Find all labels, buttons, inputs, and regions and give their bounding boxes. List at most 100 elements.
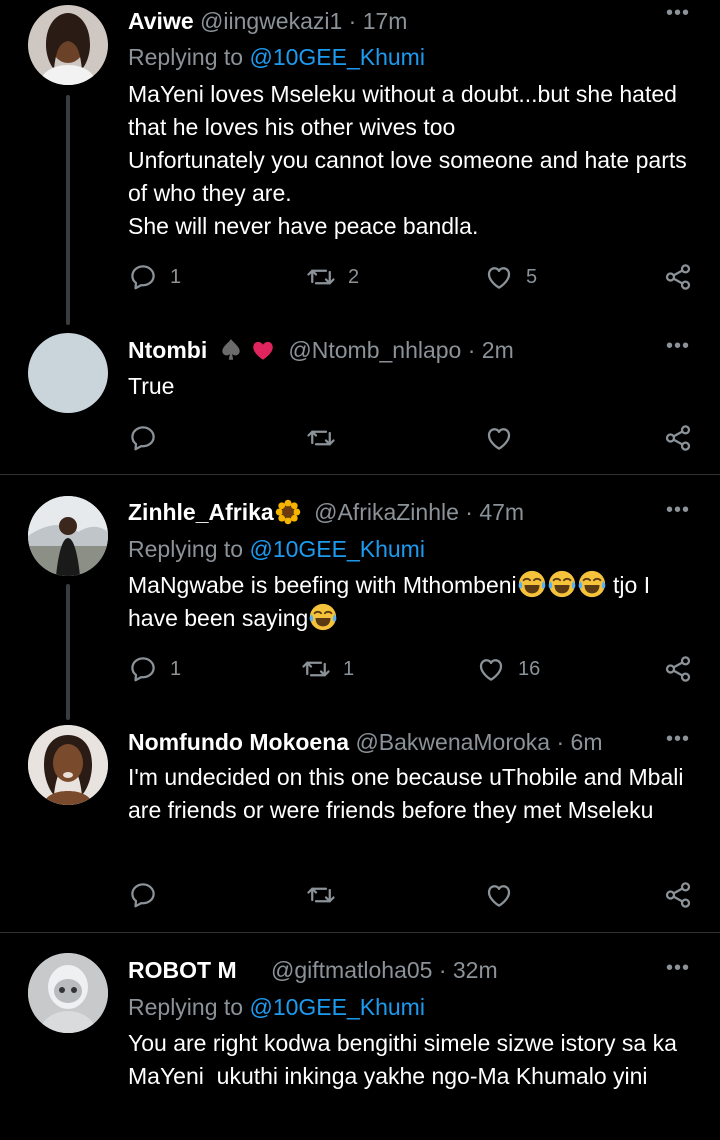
tweet-text-part: have been saying (128, 605, 309, 631)
handle[interactable]: @AfrikaZinhle (314, 499, 459, 525)
tweet[interactable]: Zinhle_Afrika @AfrikaZinhle · 47m ••• Re… (0, 475, 720, 720)
tweet-text: You are right kodwa bengithi simele sizw… (128, 1030, 684, 1089)
joy-emoji (517, 569, 547, 599)
handle[interactable]: @Ntomb_nhlapo (288, 337, 461, 363)
avatar[interactable] (28, 496, 108, 576)
display-name[interactable]: Nomfundo Mokoena (128, 729, 349, 755)
display-name[interactable]: ROBOT M (128, 957, 237, 983)
replying-to-link[interactable]: @10GEE_Khumi (249, 536, 425, 562)
retweet-icon (306, 423, 336, 453)
tweet-header: Zinhle_Afrika @AfrikaZinhle · 47m (128, 497, 524, 527)
tweet-header: Ntombi @Ntomb_nhlapo · 2m (128, 335, 514, 365)
handle[interactable]: @giftmatloha05 (271, 957, 432, 983)
like-button[interactable] (484, 423, 526, 453)
replying-to-link[interactable]: @10GEE_Khumi (249, 44, 425, 70)
reply-button[interactable]: 1 (128, 262, 181, 292)
timestamp[interactable]: · 32m (439, 957, 498, 983)
handle[interactable]: @iingwekazi1 (200, 8, 342, 34)
tweet[interactable]: Ntombi @Ntomb_nhlapo · 2m ••• True (0, 330, 720, 474)
tweet[interactable]: ROBOT M @giftmatloha05 · 32m ••• Replyin… (0, 933, 720, 1140)
retweet-icon (301, 654, 331, 684)
handle[interactable]: @BakwenaMoroka (355, 729, 550, 755)
retweet-count: 1 (343, 657, 355, 680)
tweet-actions: 1 1 16 (128, 654, 693, 686)
tweet-text: True (128, 373, 175, 399)
avatar[interactable] (28, 5, 108, 85)
joy-emoji (308, 602, 338, 632)
reply-button[interactable] (128, 880, 170, 910)
tweet[interactable]: Aviwe @iingwekazi1 · 17m ••• Replying to… (0, 0, 720, 330)
reply-button[interactable] (128, 423, 170, 453)
retweet-button[interactable]: 2 (306, 262, 359, 292)
tweet[interactable]: Nomfundo Mokoena @BakwenaMoroka · 6m •••… (0, 720, 720, 932)
replying-prefix: Replying to (128, 44, 250, 70)
reply-icon (128, 880, 158, 910)
share-button[interactable] (663, 880, 693, 910)
replying-to: Replying to @10GEE_Khumi (128, 534, 425, 564)
tweet-text-part: MaNgwabe is beefing with Mthombeni (128, 572, 517, 598)
like-button[interactable] (484, 880, 526, 910)
retweet-count: 2 (348, 265, 360, 288)
thread-line (66, 95, 70, 325)
spade-emoji (221, 339, 240, 360)
tweet-header: ROBOT M @giftmatloha05 · 32m (128, 955, 498, 985)
timestamp[interactable]: · 6m (557, 729, 603, 755)
share-icon (663, 423, 693, 453)
replying-to: Replying to @10GEE_Khumi (128, 992, 425, 1022)
thread-line (66, 584, 70, 720)
retweet-button[interactable]: 1 (301, 654, 354, 684)
tweet-text: I'm undecided on this one because uThobi… (128, 764, 684, 823)
like-button[interactable]: 16 (476, 654, 540, 684)
tweet-actions: 1 2 5 (128, 262, 693, 294)
heart-icon (476, 654, 506, 684)
joy-emoji (577, 569, 607, 599)
like-button[interactable]: 5 (484, 262, 537, 292)
retweet-button[interactable] (306, 423, 348, 453)
share-icon (663, 880, 693, 910)
more-icon[interactable]: ••• (666, 2, 690, 25)
tweet-text: MaYeni loves Mseleku without a doubt...b… (128, 81, 687, 239)
display-name[interactable]: Aviwe (128, 8, 194, 34)
more-icon[interactable]: ••• (666, 335, 690, 358)
retweet-button[interactable] (306, 880, 348, 910)
tweet-text: MaNgwabe is beefing with Mthombeni tjo I… (128, 569, 698, 635)
timestamp[interactable]: · 47m (465, 499, 524, 525)
reply-icon (128, 262, 158, 292)
replying-to-link[interactable]: @10GEE_Khumi (249, 994, 425, 1020)
share-icon (663, 262, 693, 292)
share-button[interactable] (663, 423, 693, 453)
avatar[interactable] (28, 953, 108, 1033)
reply-icon (128, 654, 158, 684)
tweet-text-part: tjo I (606, 572, 651, 598)
tweet-header: Aviwe @iingwekazi1 · 17m (128, 6, 407, 36)
timestamp[interactable]: · 17m (349, 8, 408, 34)
like-count: 16 (518, 657, 541, 680)
more-icon[interactable]: ••• (666, 728, 690, 751)
tweet-header: Nomfundo Mokoena @BakwenaMoroka · 6m (128, 727, 603, 757)
heart-emoji (253, 341, 273, 360)
heart-icon (484, 423, 514, 453)
share-button[interactable] (663, 262, 693, 292)
joy-emoji (547, 569, 577, 599)
replying-prefix: Replying to (128, 536, 250, 562)
heart-icon (484, 262, 514, 292)
display-name[interactable]: Ntombi (128, 337, 207, 363)
avatar[interactable] (28, 333, 108, 413)
reply-count: 1 (170, 657, 182, 680)
display-name[interactable]: Zinhle_Afrika (128, 499, 274, 525)
share-icon (663, 654, 693, 684)
tweet-actions (128, 423, 693, 455)
reply-button[interactable]: 1 (128, 654, 181, 684)
replying-to: Replying to @10GEE_Khumi (128, 42, 425, 72)
retweet-icon (306, 880, 336, 910)
share-button[interactable] (663, 654, 693, 684)
reply-icon (128, 423, 158, 453)
avatar[interactable] (28, 725, 108, 805)
tweet-actions (128, 880, 693, 912)
timestamp[interactable]: · 2m (468, 337, 514, 363)
sunflower-emoji (275, 499, 300, 525)
more-icon[interactable]: ••• (666, 957, 690, 980)
more-icon[interactable]: ••• (666, 499, 690, 522)
like-count: 5 (526, 265, 538, 288)
retweet-icon (306, 262, 336, 292)
